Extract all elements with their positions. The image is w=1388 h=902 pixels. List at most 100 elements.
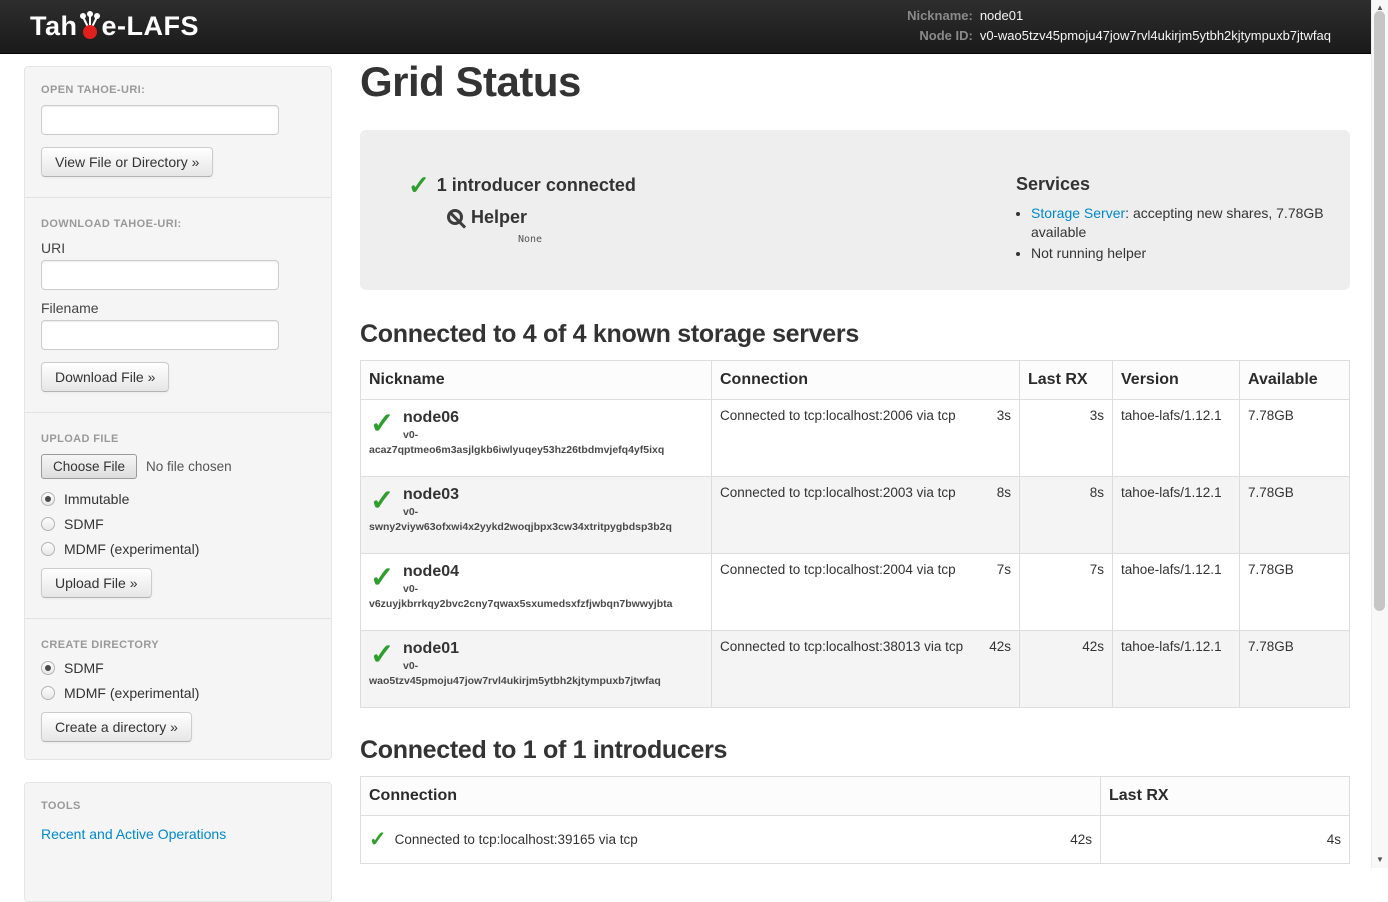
download-uri-input[interactable] bbox=[41, 260, 279, 290]
available-value: 7.78GB bbox=[1240, 554, 1350, 631]
available-value: 7.78GB bbox=[1240, 400, 1350, 477]
grid-status-panel: ✓ 1 introducer connected Helper None Ser… bbox=[360, 130, 1350, 290]
scroll-down-arrow-icon[interactable]: ▼ bbox=[1372, 855, 1388, 865]
server-nickname: node06 bbox=[403, 408, 703, 428]
connection-age: 3s bbox=[997, 408, 1011, 423]
connection-age: 42s bbox=[989, 639, 1011, 654]
col-connection: Connection bbox=[361, 777, 1101, 816]
upload-format-radio-sdmf[interactable]: SDMF bbox=[41, 516, 315, 532]
server-id-hash: v6zuyjkbrrkqy2bvc2cny7qwax5sxumedsxfzfjw… bbox=[369, 597, 703, 612]
filename-field-label: Filename bbox=[41, 300, 315, 316]
uri-field-label: URI bbox=[41, 240, 315, 256]
last-rx-value: 7s bbox=[1020, 554, 1113, 631]
table-row: ✓ node01 v0- wao5tzv45pmoju47jow7rvl4uki… bbox=[361, 631, 1350, 708]
view-file-or-directory-button[interactable]: View File or Directory » bbox=[41, 147, 213, 177]
connected-check-icon: ✓ bbox=[370, 410, 394, 439]
table-row: ✓ node03 v0- swny2viyw63ofxwi4x2yykd2woq… bbox=[361, 477, 1350, 554]
helper-title: Helper bbox=[471, 206, 527, 228]
connected-check-icon: ✓ bbox=[370, 564, 394, 593]
brand-text-prefix: Tah bbox=[30, 11, 78, 42]
sidebar-divider bbox=[25, 197, 331, 198]
server-id-prefix: v0- bbox=[403, 505, 703, 520]
table-header-row: Connection Last RX bbox=[361, 777, 1350, 816]
radio-icon[interactable] bbox=[41, 517, 55, 531]
server-id-prefix: v0- bbox=[403, 659, 703, 674]
col-last-rx: Last RX bbox=[1020, 361, 1113, 400]
last-rx-value: 4s bbox=[1101, 816, 1350, 864]
upload-format-radio-mdmf[interactable]: MDMF (experimental) bbox=[41, 541, 315, 557]
page-title: Grid Status bbox=[360, 58, 1350, 106]
sidebar-divider bbox=[25, 618, 331, 619]
connection-text: Connected to tcp:localhost:38013 via tcp bbox=[720, 639, 963, 654]
radio-icon[interactable] bbox=[41, 542, 55, 556]
version-value: tahoe-lafs/1.12.1 bbox=[1113, 400, 1240, 477]
connection-age: 7s bbox=[997, 562, 1011, 577]
upload-file-button[interactable]: Upload File » bbox=[41, 568, 152, 598]
server-id-hash: swny2viyw63ofxwi4x2yykd2woqjbpx3cw34xtri… bbox=[369, 520, 703, 535]
open-tahoe-uri-input[interactable] bbox=[41, 105, 279, 135]
introducer-connected-check-icon: ✓ bbox=[408, 172, 430, 198]
nickname-value: node01 bbox=[980, 7, 1331, 24]
open-tahoe-uri-label: OPEN TAHOE-URI: bbox=[41, 84, 315, 96]
node-meta: Nickname: node01 Node ID: v0-wao5tzv45pm… bbox=[907, 7, 1331, 44]
download-file-button[interactable]: Download File » bbox=[41, 362, 169, 392]
storage-servers-heading: Connected to 4 of 4 known storage server… bbox=[360, 320, 1350, 349]
server-id-hash: wao5tzv45pmoju47jow7rvl4ukirjm5ytbh2kjty… bbox=[369, 674, 703, 689]
connection-text: Connected to tcp:localhost:2003 via tcp bbox=[720, 485, 956, 500]
create-directory-button[interactable]: Create a directory » bbox=[41, 712, 192, 742]
connection-text: Connected to tcp:localhost:2004 via tcp bbox=[720, 562, 956, 577]
file-chosen-status: No file chosen bbox=[146, 459, 232, 474]
node-id-label: Node ID: bbox=[907, 27, 973, 44]
helper-status: Not running helper bbox=[1031, 245, 1146, 261]
available-value: 7.78GB bbox=[1240, 631, 1350, 708]
recent-operations-link[interactable]: Recent and Active Operations bbox=[41, 826, 226, 842]
dir-format-radio-sdmf[interactable]: SDMF bbox=[41, 660, 315, 676]
upload-format-radio-immutable[interactable]: Immutable bbox=[41, 491, 315, 507]
helper-value: None bbox=[518, 234, 1016, 245]
table-row: ✓ node06 v0- acaz7qptmeo6m3asjlgkb6iwlyu… bbox=[361, 400, 1350, 477]
dir-format-radio-mdmf[interactable]: MDMF (experimental) bbox=[41, 685, 315, 701]
storage-servers-table: Nickname Connection Last RX Version Avai… bbox=[360, 360, 1350, 708]
scrollbar-thumb[interactable] bbox=[1374, 11, 1385, 611]
server-nickname: node01 bbox=[403, 639, 703, 659]
download-filename-input[interactable] bbox=[41, 320, 279, 350]
table-row: ✓ Connected to tcp:localhost:39165 via t… bbox=[361, 816, 1350, 864]
choose-file-button[interactable]: Choose File bbox=[41, 454, 137, 479]
download-tahoe-uri-label: DOWNLOAD TAHOE-URI: bbox=[41, 218, 315, 230]
vertical-scrollbar[interactable]: ▲ ▼ bbox=[1371, 0, 1388, 868]
tools-panel: TOOLS Recent and Active Operations bbox=[24, 782, 332, 902]
helper-disabled-icon bbox=[447, 209, 463, 225]
radio-icon[interactable] bbox=[41, 686, 55, 700]
create-directory-label: CREATE DIRECTORY bbox=[41, 639, 315, 651]
introducer-status-text: 1 introducer connected bbox=[437, 174, 636, 196]
upload-file-label: UPLOAD FILE bbox=[41, 433, 315, 445]
connected-check-icon: ✓ bbox=[370, 487, 394, 516]
sidebar-divider bbox=[25, 412, 331, 413]
radio-label: Immutable bbox=[64, 491, 129, 507]
service-item-helper: Not running helper bbox=[1031, 244, 1338, 263]
nickname-label: Nickname: bbox=[907, 7, 973, 24]
version-value: tahoe-lafs/1.12.1 bbox=[1113, 554, 1240, 631]
brand-text-suffix: e-LAFS bbox=[102, 11, 200, 42]
tahoe-lafs-logo[interactable]: Tah e-LAFS bbox=[30, 11, 199, 42]
main-content: Grid Status ✓ 1 introducer connected Hel… bbox=[360, 52, 1350, 864]
col-nickname: Nickname bbox=[361, 361, 712, 400]
last-rx-value: 42s bbox=[1020, 631, 1113, 708]
version-value: tahoe-lafs/1.12.1 bbox=[1113, 477, 1240, 554]
radio-icon[interactable] bbox=[41, 492, 55, 506]
tahoe-node-icon bbox=[79, 10, 101, 40]
connection-age: 8s bbox=[997, 485, 1011, 500]
connection-text: Connected to tcp:localhost:39165 via tcp bbox=[395, 832, 638, 847]
storage-server-link[interactable]: Storage Server bbox=[1031, 205, 1125, 221]
table-row: ✓ node04 v0- v6zuyjkbrrkqy2bvc2cny7qwax5… bbox=[361, 554, 1350, 631]
radio-label: SDMF bbox=[64, 660, 104, 676]
col-available: Available bbox=[1240, 361, 1350, 400]
last-rx-value: 8s bbox=[1020, 477, 1113, 554]
server-id-prefix: v0- bbox=[403, 582, 703, 597]
radio-label: SDMF bbox=[64, 516, 104, 532]
table-header-row: Nickname Connection Last RX Version Avai… bbox=[361, 361, 1350, 400]
radio-icon[interactable] bbox=[41, 661, 55, 675]
radio-label: MDMF (experimental) bbox=[64, 685, 199, 701]
sidebar-forms-panel: OPEN TAHOE-URI: View File or Directory »… bbox=[24, 66, 332, 760]
col-last-rx: Last RX bbox=[1101, 777, 1350, 816]
